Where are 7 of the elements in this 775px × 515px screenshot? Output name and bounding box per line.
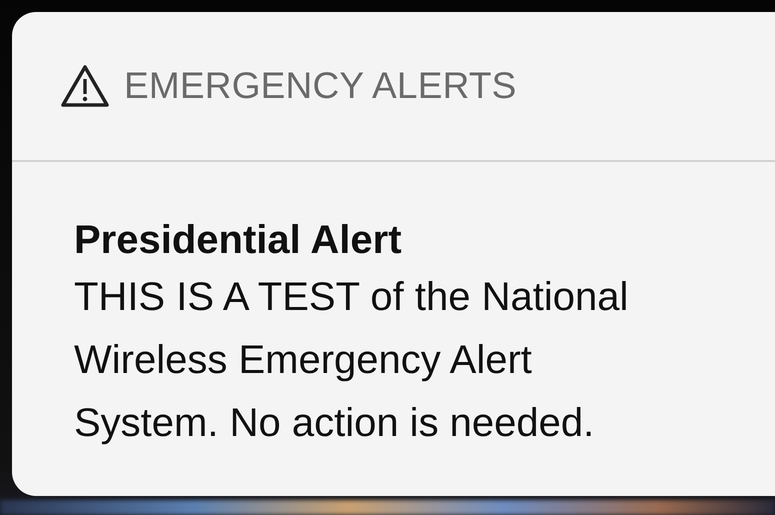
app-name: EMERGENCY ALERTS — [124, 65, 517, 107]
warning-icon — [60, 64, 110, 108]
notification-card[interactable]: EMERGENCY ALERTS Presidential Alert THIS IS A TEST of the National Wireless Emergency Alert System. No action is needed. — [12, 12, 775, 496]
message-line: Wireless Emergency Alert — [74, 337, 532, 384]
message-line: System. No action is needed. — [74, 400, 594, 447]
message-line: THIS IS A TEST of the National — [74, 274, 628, 321]
notification-title: Presidential Alert — [74, 217, 402, 264]
